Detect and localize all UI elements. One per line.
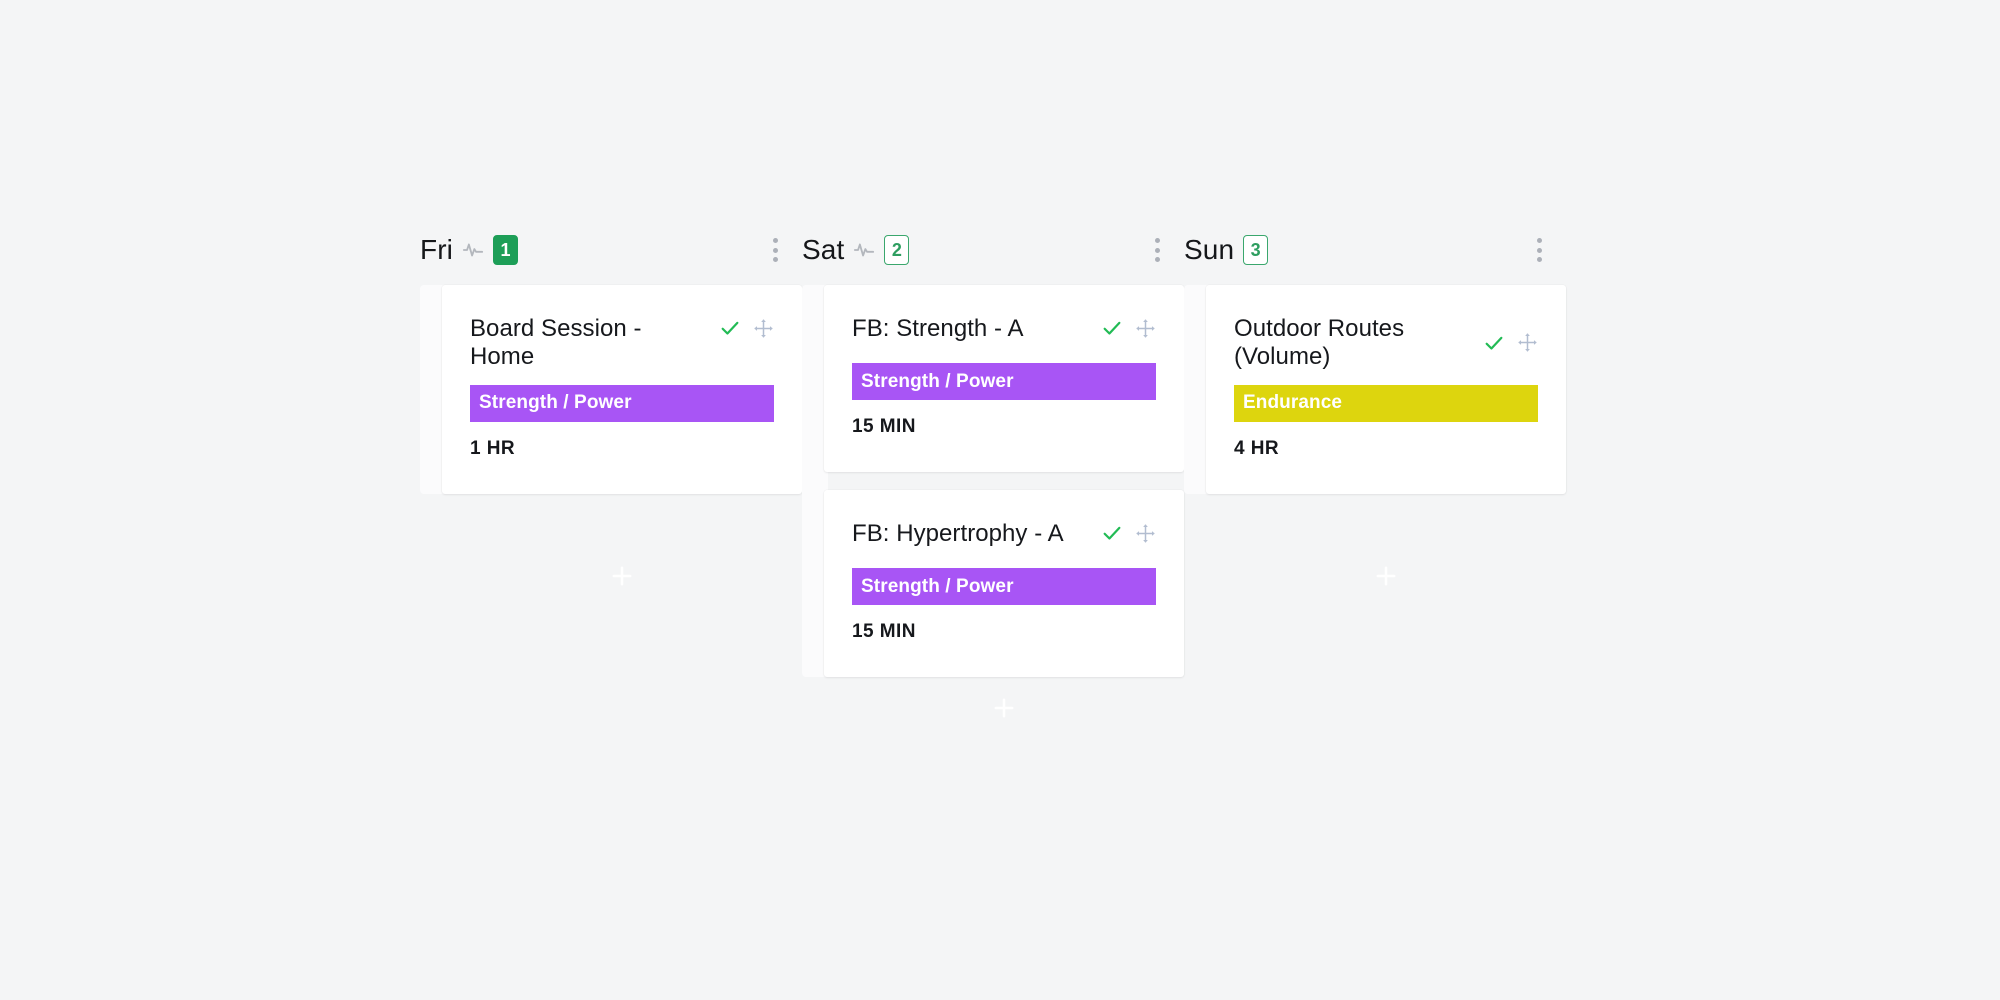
- column-header-left: Sat 2: [802, 234, 910, 265]
- column-header: Sat 2: [802, 215, 1184, 285]
- add-session-button[interactable]: [607, 561, 637, 591]
- activity-icon: [853, 239, 875, 261]
- move-icon[interactable]: [1135, 523, 1156, 544]
- card-actions: [1101, 315, 1156, 339]
- add-session-row: [442, 545, 802, 607]
- card-actions: [1101, 520, 1156, 544]
- move-icon[interactable]: [1517, 332, 1538, 353]
- column-body: Board Session - Home Strength / Power 1 HR: [420, 285, 802, 545]
- card-header: FB: Hypertrophy - A: [852, 520, 1156, 554]
- card-gap: [824, 472, 1184, 490]
- move-icon[interactable]: [1135, 318, 1156, 339]
- day-label: Sun: [1184, 234, 1235, 265]
- column-body: FB: Strength - A Strength / Power 15 MIN FB…: [802, 285, 1184, 677]
- check-icon[interactable]: [1483, 332, 1505, 354]
- kebab-menu-icon[interactable]: [1144, 233, 1170, 267]
- day-column-fri: Fri 1 Board Session - Home Strength / Power…: [420, 215, 802, 607]
- card-list: FB: Strength - A Strength / Power 15 MIN FB…: [824, 285, 1184, 677]
- category-tag: Strength / Power: [852, 568, 1156, 605]
- day-count-badge: 1: [492, 235, 518, 265]
- card-actions: [1483, 332, 1538, 354]
- session-card[interactable]: FB: Strength - A Strength / Power 15 MIN: [824, 285, 1184, 472]
- kebab-menu-icon[interactable]: [762, 233, 788, 267]
- add-session-row: [1206, 545, 1566, 607]
- check-icon[interactable]: [719, 317, 741, 339]
- weekly-planner-board: Fri 1 Board Session - Home Strength / Power…: [420, 215, 1600, 739]
- day-label: Fri: [420, 234, 453, 265]
- card-title: FB: Strength - A: [852, 315, 1024, 342]
- category-tag: Endurance: [1234, 384, 1538, 422]
- day-count-badge: 2: [884, 235, 910, 265]
- add-session-button[interactable]: [1371, 561, 1401, 591]
- check-icon[interactable]: [1101, 522, 1123, 544]
- check-icon[interactable]: [1101, 317, 1123, 339]
- card-title: FB: Hypertrophy - A: [852, 520, 1064, 547]
- card-list: Board Session - Home Strength / Power 1 HR: [442, 285, 802, 494]
- column-body: Outdoor Routes (Volume) Endurance 4 HR: [1184, 285, 1566, 545]
- session-card[interactable]: Outdoor Routes (Volume) Endurance 4 HR: [1206, 285, 1566, 494]
- card-header: FB: Strength - A: [852, 315, 1156, 349]
- column-header: Sun 3: [1184, 215, 1566, 285]
- kebab-menu-icon[interactable]: [1526, 233, 1552, 267]
- column-header: Fri 1: [420, 215, 802, 285]
- day-count-badge: 3: [1243, 235, 1269, 265]
- card-header: Outdoor Routes (Volume): [1234, 315, 1538, 371]
- duration-label: 15 MIN: [852, 621, 916, 642]
- card-actions: [719, 315, 774, 339]
- card-title: Outdoor Routes (Volume): [1234, 315, 1405, 370]
- column-header-left: Fri 1: [420, 235, 518, 265]
- duration-label: 1 HR: [470, 437, 516, 459]
- session-card[interactable]: FB: Hypertrophy - A Strength / Power 15 MI…: [824, 490, 1184, 677]
- card-header: Board Session - Home: [470, 315, 774, 371]
- duration-label: 4 HR: [1234, 437, 1280, 459]
- duration-label: 15 MIN: [852, 416, 916, 437]
- category-tag: Strength / Power: [470, 384, 774, 422]
- session-card[interactable]: Board Session - Home Strength / Power 1 HR: [442, 285, 802, 494]
- card-title: Board Session - Home: [470, 315, 642, 370]
- card-list: Outdoor Routes (Volume) Endurance 4 HR: [1206, 285, 1566, 494]
- add-session-button[interactable]: [989, 693, 1019, 723]
- day-label: Sat: [802, 234, 845, 265]
- activity-icon: [462, 239, 484, 261]
- day-column-sun: Sun 3 Outdoor Routes (Volume) Endurance 4 HR: [1184, 215, 1566, 607]
- move-icon[interactable]: [753, 318, 774, 339]
- column-header-left: Sun 3: [1184, 234, 1269, 265]
- add-session-row: [824, 677, 1184, 739]
- category-tag: Strength / Power: [852, 363, 1156, 400]
- day-column-sat: Sat 2 FB: Strength - A Strength / Power 15 M…: [802, 215, 1184, 739]
